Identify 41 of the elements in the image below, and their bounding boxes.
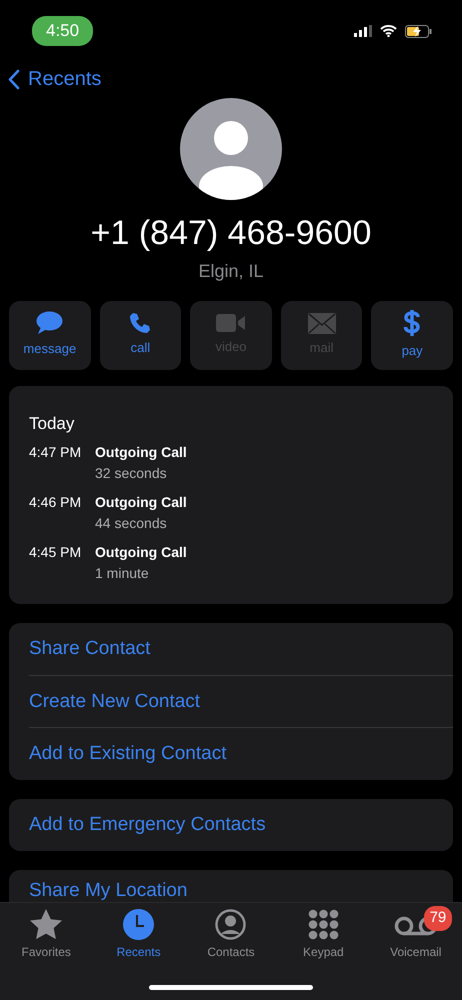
call-type: Outgoing Call xyxy=(95,494,187,512)
status-time: 4:50 xyxy=(32,16,94,46)
tab-bar-item[interactable]: Recents xyxy=(92,903,185,963)
action-button[interactable]: call xyxy=(100,300,182,370)
call-type: Outgoing Call xyxy=(95,544,187,562)
phone-number: +1 (847) 468-9600 xyxy=(90,216,372,250)
keypad-icon xyxy=(308,909,339,940)
clock-icon xyxy=(123,909,154,940)
action-button[interactable]: pay xyxy=(371,300,453,370)
back-link[interactable]: Recents xyxy=(8,64,102,94)
tab-bar-item[interactable]: Favorites xyxy=(0,903,92,963)
chevron-left-icon xyxy=(8,68,20,90)
call-time: 4:46 PM xyxy=(29,494,82,512)
location-text: Elgin, IL xyxy=(198,260,264,283)
speech-bubble-icon xyxy=(36,311,64,336)
star-icon xyxy=(30,909,62,940)
action-button[interactable]: message xyxy=(9,300,91,370)
call-type: Outgoing Call xyxy=(95,444,187,462)
call-time: 4:45 PM xyxy=(29,544,82,562)
avatar-icon xyxy=(180,98,282,200)
dollar-icon xyxy=(403,309,422,338)
tab-bar-item[interactable]: Contacts xyxy=(184,903,278,963)
call-duration: 32 seconds xyxy=(95,465,168,483)
signal-icon xyxy=(354,25,372,37)
call-duration: 44 seconds xyxy=(95,515,168,533)
option-link[interactable]: Create New Contact xyxy=(29,676,453,728)
wifi-icon xyxy=(380,25,397,37)
tab-bar-item[interactable]: Keypad xyxy=(277,903,370,963)
call-time: 4:47 PM xyxy=(29,444,82,462)
phone-icon xyxy=(129,312,152,334)
history-heading: Today xyxy=(29,412,76,434)
battery-icon xyxy=(405,24,432,38)
option-link[interactable]: Add to Existing Contact xyxy=(29,728,453,780)
call-duration: 1 minute xyxy=(95,565,150,583)
video-camera-icon xyxy=(216,313,246,334)
count-badge: 79 xyxy=(424,906,452,930)
option-link[interactable]: Share Contact xyxy=(29,622,453,674)
envelope-icon xyxy=(308,312,336,334)
option-link[interactable]: Share My Location xyxy=(29,880,188,900)
person-circle-icon xyxy=(215,909,246,940)
tab-bar-item[interactable]: Voicemail 79 xyxy=(370,903,462,963)
